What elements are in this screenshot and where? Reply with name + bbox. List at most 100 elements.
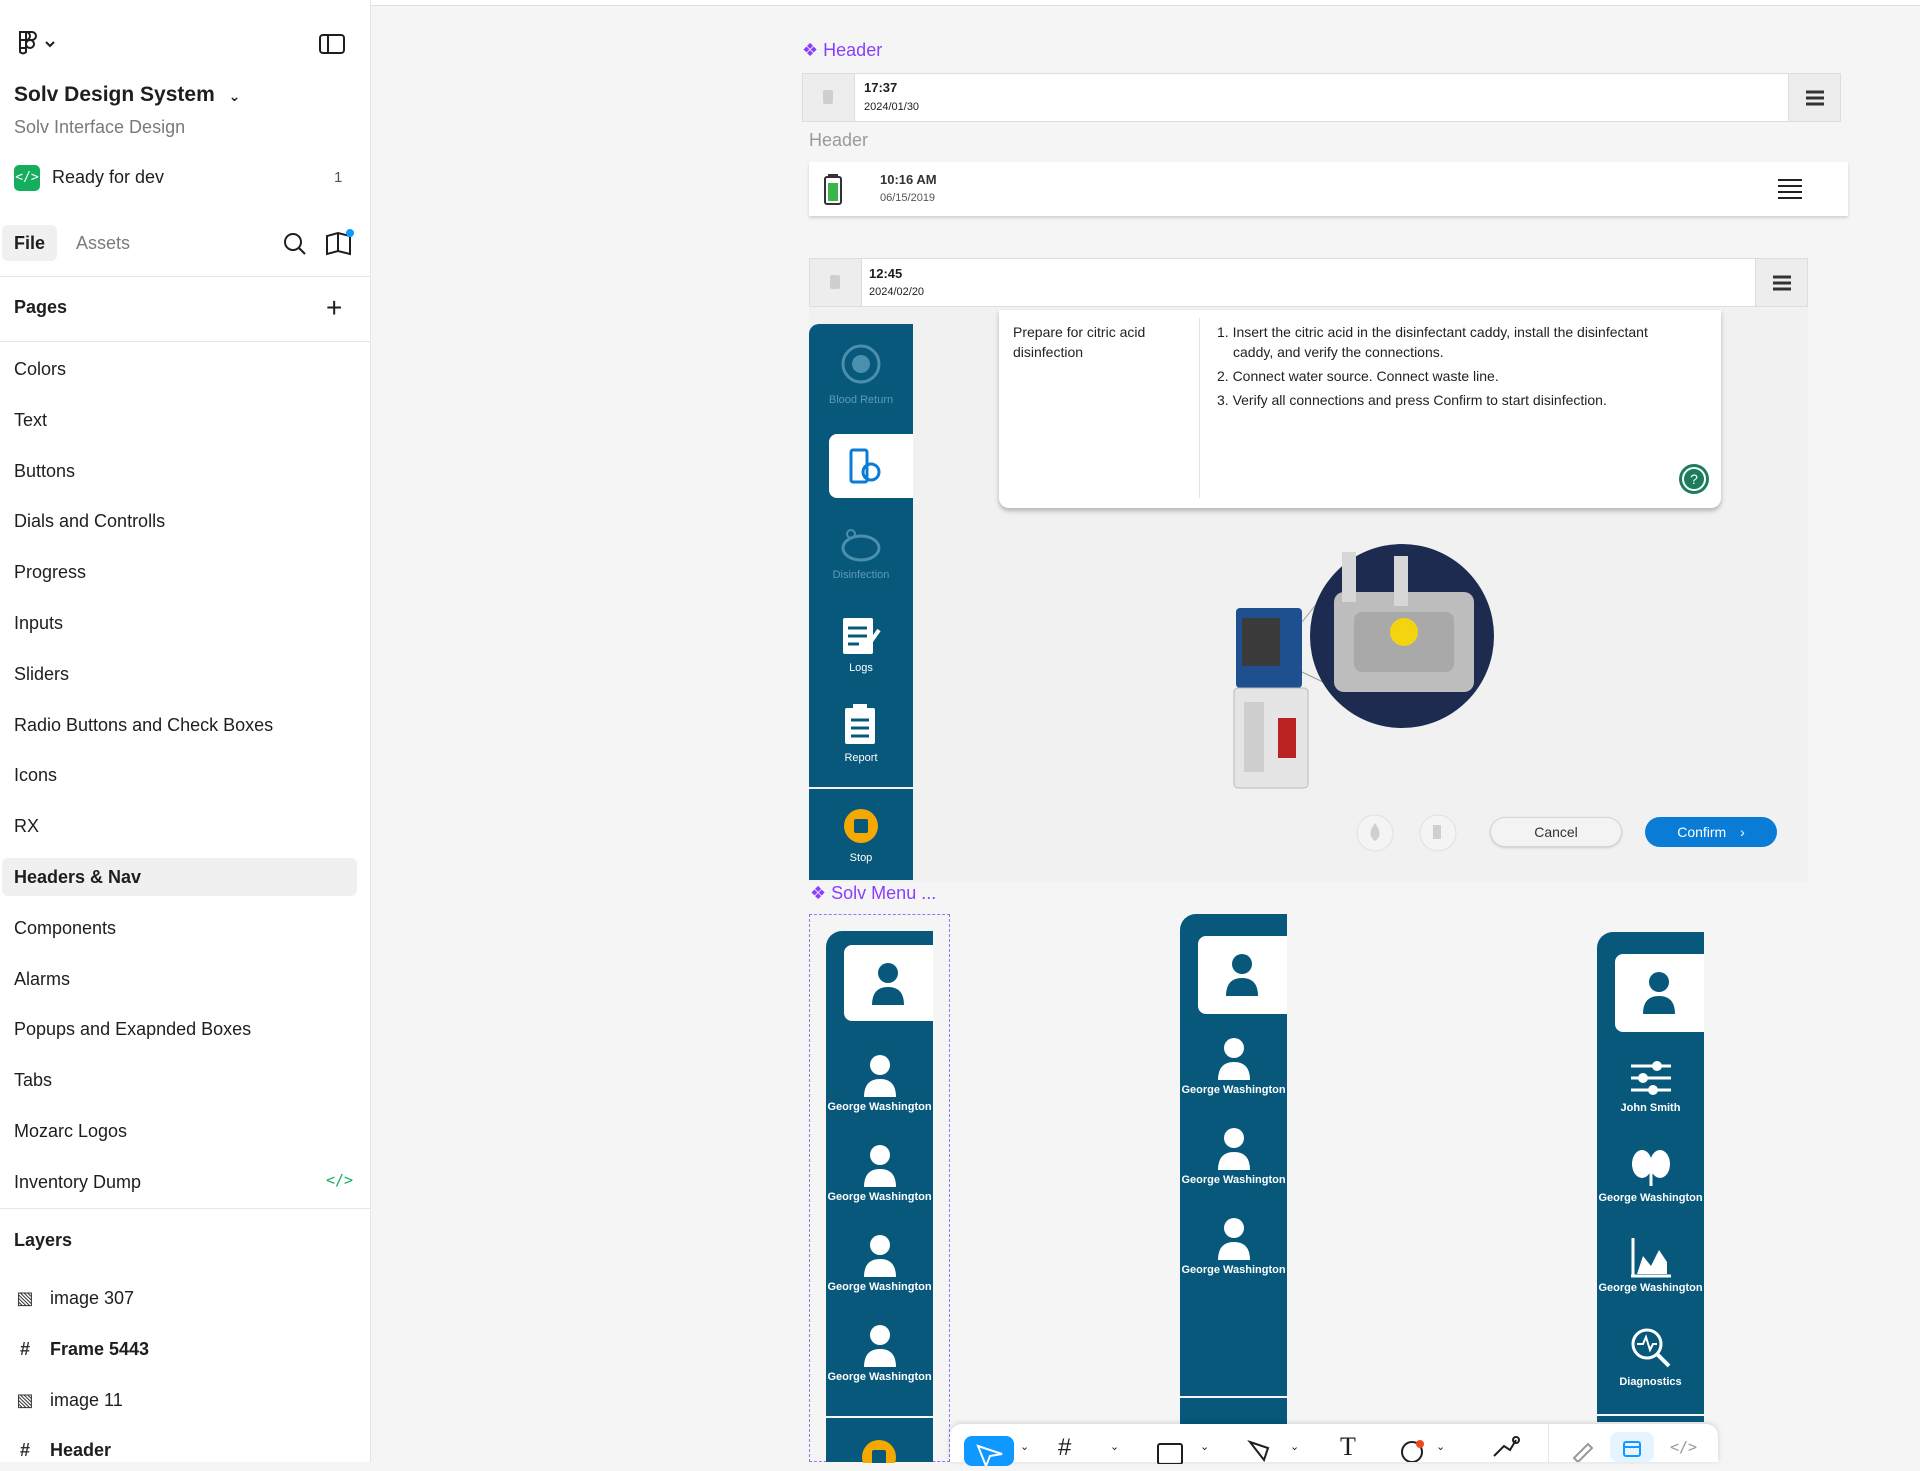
- hamburger-icon[interactable]: [1776, 177, 1804, 201]
- file-title[interactable]: Solv Design System ⌄: [14, 83, 240, 107]
- page-item[interactable]: Text: [0, 401, 358, 439]
- menu-item-label[interactable]: John Smith: [1597, 1102, 1704, 1114]
- user-icon: [1216, 1216, 1252, 1260]
- text-tool-icon[interactable]: T: [1340, 1432, 1356, 1462]
- user-avatar-tab[interactable]: [1198, 936, 1287, 1014]
- dev-mode-toggle-icon[interactable]: </>: [1670, 1438, 1697, 1456]
- solv-menu-1[interactable]: George Washington George Washington George…: [826, 931, 933, 1462]
- solv-menu-2[interactable]: George Washington George Washington George…: [1180, 914, 1287, 1462]
- page-item[interactable]: Radio Buttons and Check Boxes: [0, 706, 358, 744]
- step-item: 2. Connect water source. Connect waste l…: [1217, 366, 1687, 386]
- main-menu-button[interactable]: [14, 28, 60, 60]
- layer-item[interactable]: ▧image 11: [14, 1384, 123, 1416]
- stop-icon[interactable]: [861, 1439, 897, 1463]
- chevron-down-icon[interactable]: ⌄: [1290, 1440, 1299, 1453]
- nav-active-tab[interactable]: [829, 434, 913, 498]
- pen-tool-icon[interactable]: [1246, 1438, 1276, 1462]
- hamburger-icon: [1756, 259, 1808, 306]
- page-item[interactable]: Icons: [0, 756, 358, 794]
- menu-item-label[interactable]: George Washington: [826, 1281, 933, 1293]
- ready-for-dev-link[interactable]: Ready for dev: [52, 167, 164, 188]
- menu-item-label[interactable]: George Washington: [1180, 1264, 1287, 1276]
- layer-item[interactable]: ▧image 307: [14, 1282, 134, 1314]
- chevron-down-icon[interactable]: ⌄: [1110, 1440, 1119, 1453]
- user-avatar-tab[interactable]: [1615, 954, 1704, 1032]
- rectangle-tool-icon[interactable]: [1156, 1440, 1186, 1464]
- page-item[interactable]: Buttons: [0, 452, 358, 490]
- chevron-down-icon[interactable]: ⌄: [1436, 1440, 1445, 1453]
- dev-mode-icon: </>: [14, 165, 40, 191]
- caddy-icon: [847, 446, 887, 488]
- menu-item-label[interactable]: George Washington: [1597, 1192, 1704, 1204]
- library-button[interactable]: [324, 228, 356, 263]
- user-icon: [862, 1053, 898, 1097]
- user-icon: [1216, 1036, 1252, 1080]
- water-drop-button[interactable]: [1355, 813, 1395, 853]
- layer-item[interactable]: #Frame 5443: [14, 1333, 149, 1365]
- draw-mode-icon[interactable]: [1570, 1440, 1596, 1462]
- menu-item-label[interactable]: Diagnostics: [1597, 1376, 1704, 1388]
- image-icon: ▧: [14, 1282, 36, 1314]
- nav-disinfection[interactable]: Disinfection: [809, 569, 913, 581]
- header-frame[interactable]: 10:16 AM 06/15/2019: [809, 162, 1848, 216]
- layer-item[interactable]: #Header: [14, 1434, 111, 1466]
- header-component[interactable]: 17:37 2024/01/30: [802, 73, 1841, 122]
- comment-tool-icon[interactable]: [1398, 1438, 1428, 1462]
- page-item[interactable]: Inventory Dump: [0, 1163, 358, 1201]
- user-avatar-tab[interactable]: [844, 945, 933, 1021]
- menu-component-label[interactable]: ❖ Solv Menu ...: [810, 883, 936, 904]
- page-item[interactable]: Tabs: [0, 1061, 358, 1099]
- nav-stop[interactable]: Stop: [809, 852, 913, 864]
- disinfection-screen[interactable]: 12:45 2024/02/20 Blood Return Disinfecti…: [809, 258, 1808, 882]
- battery-slot: [803, 74, 855, 121]
- actions-tool-icon[interactable]: [1490, 1436, 1520, 1462]
- page-item[interactable]: Popups and Exapnded Boxes: [0, 1010, 358, 1048]
- menu-item-label[interactable]: George Washington: [826, 1191, 933, 1203]
- menu-item-label[interactable]: George Washington: [1180, 1174, 1287, 1186]
- design-mode-button[interactable]: [1610, 1432, 1654, 1462]
- frame-tool-icon[interactable]: #: [1058, 1434, 1071, 1462]
- add-page-button[interactable]: +: [326, 294, 342, 322]
- cancel-button[interactable]: Cancel: [1490, 817, 1622, 847]
- confirm-button[interactable]: Confirm ›: [1645, 817, 1777, 847]
- step-item: 3. Verify all connections and press Conf…: [1217, 390, 1687, 410]
- toggle-sidebar-button[interactable]: [318, 32, 346, 61]
- page-item[interactable]: Progress: [0, 553, 358, 591]
- tab-assets[interactable]: Assets: [76, 225, 130, 261]
- chevron-down-icon[interactable]: ⌄: [1200, 1440, 1209, 1453]
- sidebar-toggle-icon: [318, 32, 346, 56]
- frame-icon: #: [14, 1434, 36, 1466]
- page-item[interactable]: Components: [0, 909, 358, 947]
- menu-item-label[interactable]: George Washington: [1180, 1084, 1287, 1096]
- user-icon: [870, 961, 906, 1005]
- tab-file[interactable]: File: [2, 225, 57, 261]
- hamburger-menu-button[interactable]: [1755, 259, 1807, 306]
- stop-icon[interactable]: [843, 808, 879, 844]
- menu-item-label[interactable]: George Washington: [826, 1101, 933, 1113]
- menu-item-label[interactable]: George Washington: [826, 1371, 933, 1383]
- page-item[interactable]: Inputs: [0, 604, 358, 642]
- hamburger-icon: [1789, 74, 1841, 121]
- chart-icon: [1629, 1236, 1673, 1278]
- nav-logs[interactable]: Logs: [809, 662, 913, 674]
- chevron-down-icon[interactable]: ⌄: [1020, 1440, 1029, 1453]
- nav-report[interactable]: Report: [809, 752, 913, 764]
- hamburger-menu-button[interactable]: [1788, 74, 1840, 121]
- nav-blood-return[interactable]: Blood Return: [809, 394, 913, 406]
- project-name[interactable]: Solv Interface Design: [14, 117, 185, 138]
- help-icon[interactable]: ?: [1677, 462, 1711, 496]
- page-item[interactable]: Colors: [0, 350, 358, 388]
- header-frame-label[interactable]: Header: [809, 130, 868, 151]
- page-item[interactable]: Dials and Controlls: [0, 502, 358, 540]
- search-button[interactable]: [282, 231, 308, 262]
- page-item[interactable]: Sliders: [0, 655, 358, 693]
- page-item[interactable]: Mozarc Logos: [0, 1112, 358, 1150]
- menu-item-label[interactable]: George Washington: [1597, 1282, 1704, 1294]
- page-item[interactable]: RX: [0, 807, 358, 845]
- page-item[interactable]: Alarms: [0, 960, 358, 998]
- battery-icon: [823, 172, 843, 206]
- bypass-button[interactable]: [1418, 813, 1458, 853]
- page-item[interactable]: Headers & Nav: [2, 858, 357, 896]
- solv-menu-3[interactable]: John Smith George Washington George Wash…: [1597, 932, 1704, 1422]
- header-component-label[interactable]: ❖ Header: [802, 40, 882, 61]
